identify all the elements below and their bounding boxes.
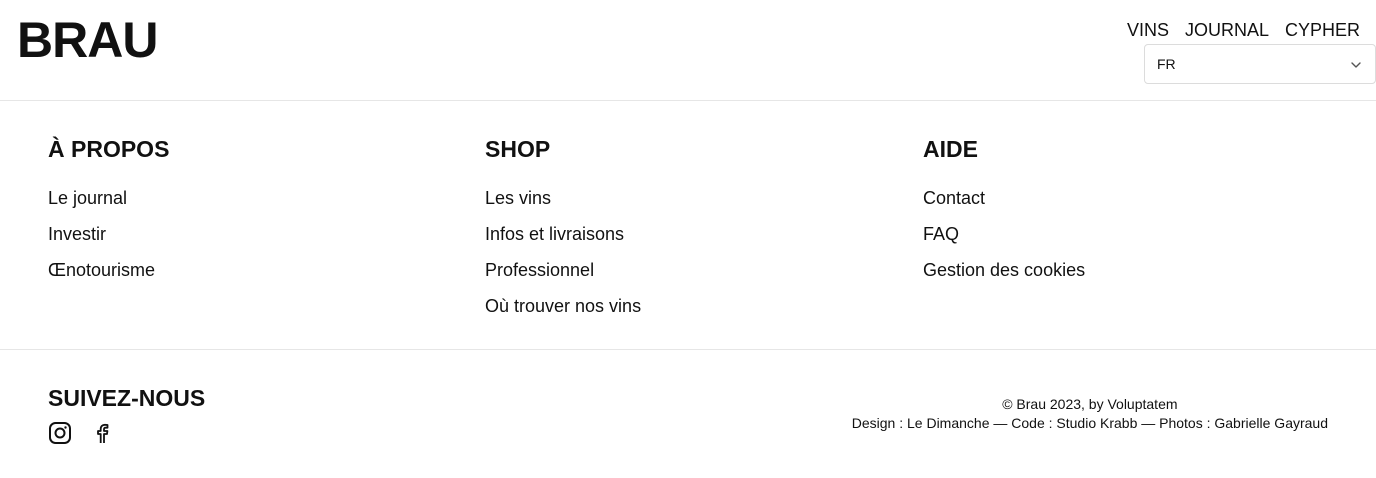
chevron-down-icon (1351, 62, 1361, 68)
link-le-journal[interactable]: Le journal (48, 188, 127, 208)
link-investir[interactable]: Investir (48, 224, 106, 244)
link-contact[interactable]: Contact (923, 188, 985, 208)
copyright-text: © Brau 2023, by Voluptatem (1002, 396, 1178, 412)
column-shop: SHOP Les vins Infos et livraisons Profes… (485, 134, 641, 324)
language-select-value: FR (1157, 56, 1176, 72)
nav-item-journal[interactable]: JOURNAL (1185, 18, 1269, 42)
column-title: À PROPOS (48, 136, 170, 162)
column-a-propos: À PROPOS Le journal Investir Œnotourisme (48, 134, 169, 288)
footer-bottom: SUIVEZ-NOUS © Brau 2023, by Voluptatem D… (0, 350, 1376, 477)
brand-logo[interactable]: BRAU (17, 12, 158, 68)
link-les-vins[interactable]: Les vins (485, 188, 551, 208)
column-title: AIDE (923, 136, 978, 162)
social-links (48, 421, 205, 450)
credits: © Brau 2023, by Voluptatem Design : Le D… (852, 395, 1328, 433)
link-gestion-cookies[interactable]: Gestion des cookies (923, 260, 1085, 280)
link-infos-livraisons[interactable]: Infos et livraisons (485, 224, 624, 244)
follow-us: SUIVEZ-NOUS (48, 383, 205, 450)
nav-item-vins[interactable]: VINS (1127, 18, 1169, 42)
main-nav: VINS JOURNAL CYPHER (1127, 18, 1360, 42)
facebook-icon[interactable] (90, 421, 114, 450)
link-faq[interactable]: FAQ (923, 224, 959, 244)
column-title: SHOP (485, 136, 551, 162)
instagram-icon[interactable] (48, 421, 72, 450)
language-select[interactable]: FR (1144, 44, 1376, 84)
link-oenotourisme[interactable]: Œnotourisme (48, 260, 155, 280)
site-header: BRAU VINS JOURNAL CYPHER FR (0, 0, 1376, 101)
credits-text: Design : Le Dimanche — Code : Studio Kra… (851, 415, 1328, 431)
link-professionnel[interactable]: Professionnel (485, 260, 594, 280)
footer-links: À PROPOS Le journal Investir Œnotourisme… (0, 101, 1376, 350)
follow-title: SUIVEZ-NOUS (48, 385, 206, 411)
nav-item-cypher[interactable]: CYPHER (1285, 18, 1360, 42)
column-aide: AIDE Contact FAQ Gestion des cookies (923, 134, 1085, 288)
link-ou-trouver-nos-vins[interactable]: Où trouver nos vins (485, 296, 641, 316)
